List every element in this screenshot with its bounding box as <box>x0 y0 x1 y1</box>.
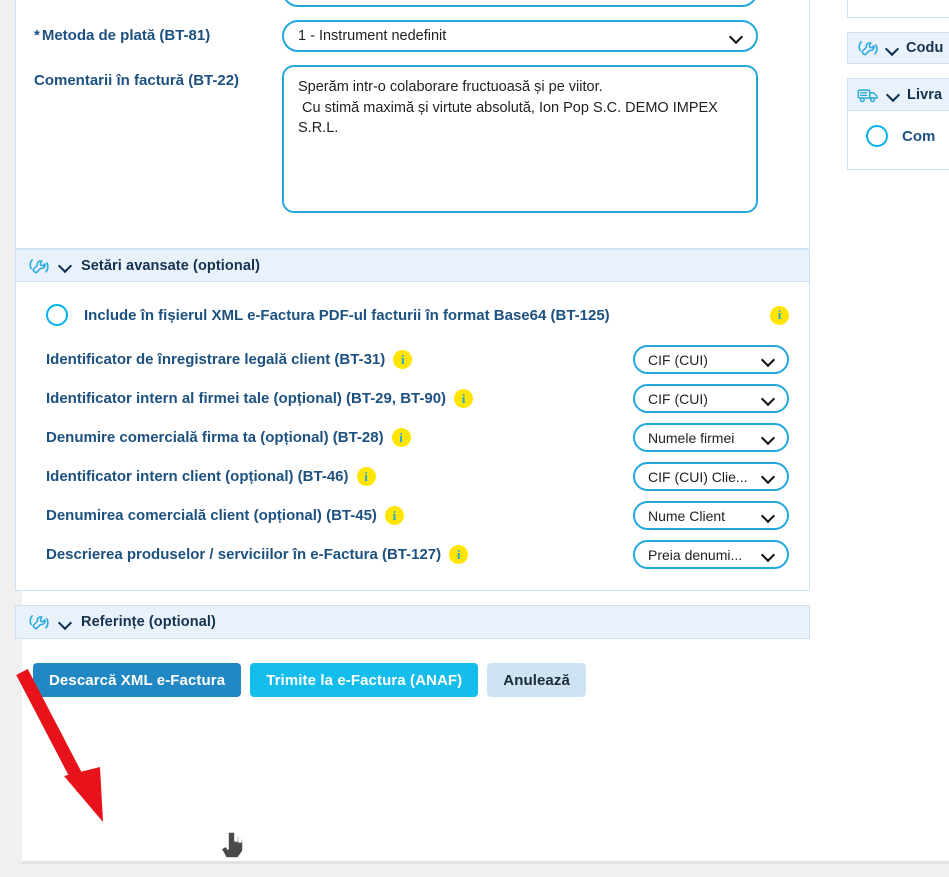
chevron-down-icon <box>59 259 72 272</box>
adv-label-text: Denumire comercială firma ta (opțional) … <box>46 429 384 446</box>
control-invoice-comments: Sperăm intr-o colaborare fructuoasă și p… <box>282 65 791 213</box>
select-payment-method[interactable]: 1 - Instrument nedefinit <box>282 20 758 52</box>
advanced-settings-header[interactable]: Setări avansate (optional) <box>16 250 809 282</box>
form-row-invoice-type: *Tip de factură (BT-3) 380 - Factura <box>34 0 791 7</box>
adv-label-buyer-legal-id: Identificator de înregistrare legală cli… <box>46 350 413 369</box>
select-buyer-trade-name-value: Nume Client <box>648 507 726 524</box>
chevron-down-icon <box>731 32 742 43</box>
truck-icon <box>857 86 880 104</box>
chevron-down-icon <box>887 88 900 101</box>
quantity-card: *buc <box>847 0 949 18</box>
cancel-button[interactable]: Anulează <box>487 663 586 697</box>
wrench-icon <box>28 612 50 632</box>
adv-label-text: Identificator intern al firmei tale (opț… <box>46 390 447 407</box>
select-buyer-internal-id[interactable]: CIF (CUI) Clie... <box>633 462 789 491</box>
toggle-delivery-option[interactable] <box>866 125 888 147</box>
toggle-row-include-pdf-base64[interactable]: Include în fișierul XML e-Factura PDF-ul… <box>30 292 795 340</box>
wrench-icon <box>857 38 879 58</box>
quantity-field-wrap: *buc <box>848 0 949 17</box>
label-payment-method: * Metoda de plată (BT-81) <box>34 20 282 47</box>
select-invoice-type[interactable]: 380 - Factura <box>282 0 758 7</box>
references-panel-header[interactable]: Referințe (optional) <box>15 605 810 639</box>
adv-label-seller-internal-id: Identificator intern al firmei tale (opț… <box>46 389 474 408</box>
download-xml-button[interactable]: Descarcă XML e-Factura <box>33 663 242 697</box>
advanced-settings-panel: Setări avansate (optional) Include în fi… <box>15 249 810 591</box>
label-invoice-type: *Tip de factură (BT-3) <box>34 0 282 2</box>
select-seller-internal-id[interactable]: CIF (CUI) <box>633 384 789 413</box>
toggle-include-pdf-base64[interactable] <box>46 304 68 326</box>
form-action-bar: Descarcă XML e-Factura Trimite la e-Fact… <box>15 653 810 697</box>
info-icon[interactable]: i <box>454 389 474 408</box>
references-title: Referințe (optional) <box>81 614 216 630</box>
right-side-column: *buc Codu <box>847 0 949 184</box>
adv-label-buyer-internal-id: Identificator intern client (opțional) (… <box>46 467 376 486</box>
select-seller-trade-name-value: Numele firmei <box>648 429 735 446</box>
control-payment-method: 1 - Instrument nedefinit <box>282 20 791 52</box>
delivery-title: Livra <box>907 86 943 103</box>
adv-row-seller-internal-id: Identificator intern al firmei tale (opț… <box>30 379 795 418</box>
codes-panel-header[interactable]: Codu <box>847 32 949 64</box>
info-icon[interactable]: i <box>393 350 413 369</box>
select-buyer-legal-id-value: CIF (CUI) <box>648 351 708 368</box>
select-item-description-value: Preia denumi... <box>648 546 743 563</box>
chevron-down-icon <box>763 355 774 366</box>
invoice-form-column: *Tip de factură (BT-3) 380 - Factura *Me… <box>15 0 810 697</box>
select-buyer-trade-name[interactable]: Nume Client <box>633 501 789 530</box>
advanced-settings-title: Setări avansate (optional) <box>81 257 261 274</box>
invoice-details-card: *Tip de factură (BT-3) 380 - Factura *Me… <box>15 0 810 249</box>
info-icon[interactable]: i <box>770 305 789 325</box>
wrench-icon <box>28 256 50 276</box>
delivery-panel-header[interactable]: Livra <box>848 79 949 111</box>
required-asterisk: * <box>34 27 40 44</box>
adv-row-seller-trade-name: Denumire comercială firma ta (opțional) … <box>30 418 795 457</box>
info-icon[interactable]: i <box>384 506 404 525</box>
select-seller-internal-id-value: CIF (CUI) <box>648 390 708 407</box>
info-icon[interactable]: i <box>449 545 469 564</box>
adv-label-item-description: Descrierea produselor / serviciilor în e… <box>46 545 469 564</box>
control-invoice-type: 380 - Factura <box>282 0 791 7</box>
chevron-down-icon <box>763 472 774 483</box>
send-anaf-button[interactable]: Trimite la e-Factura (ANAF) <box>250 663 479 697</box>
adv-label-text: Denumirea comercială client (opțional) (… <box>46 507 377 524</box>
codes-title: Codu <box>906 40 944 56</box>
label-text: Metoda de plată (BT-81) <box>41 27 211 44</box>
page-bottom-edge <box>22 861 949 864</box>
toggle-label-delivery-option: Com <box>902 127 936 145</box>
select-buyer-legal-id[interactable]: CIF (CUI) <box>633 345 789 374</box>
adv-row-item-description: Descrierea produselor / serviciilor în e… <box>30 535 795 574</box>
screenshot-root: *Tip de factură (BT-3) 380 - Factura *Me… <box>0 0 949 877</box>
chevron-down-icon <box>763 394 774 405</box>
adv-row-buyer-trade-name: Denumirea comercială client (opțional) (… <box>30 496 795 535</box>
adv-label-seller-trade-name: Denumire comercială firma ta (opțional) … <box>46 428 411 447</box>
info-icon[interactable]: i <box>356 467 376 486</box>
adv-label-buyer-trade-name: Denumirea comercială client (opțional) (… <box>46 506 404 525</box>
textarea-invoice-comments[interactable]: Sperăm intr-o colaborare fructuoasă și p… <box>282 65 758 213</box>
select-item-description[interactable]: Preia denumi... <box>633 540 789 569</box>
info-icon[interactable]: i <box>391 428 411 447</box>
adv-row-buyer-internal-id: Identificator intern client (opțional) (… <box>30 457 795 496</box>
chevron-down-icon <box>763 550 774 561</box>
delivery-panel-body: Com <box>848 111 949 169</box>
advanced-settings-body: Include în fișierul XML e-Factura PDF-ul… <box>16 282 809 590</box>
adv-label-text: Identificator de înregistrare legală cli… <box>46 351 386 368</box>
select-payment-method-value: 1 - Instrument nedefinit <box>298 28 447 44</box>
select-buyer-internal-id-value: CIF (CUI) Clie... <box>648 468 748 485</box>
chevron-down-icon <box>763 433 774 444</box>
label-invoice-comments: Comentarii în factură (BT-22) <box>34 72 240 89</box>
adv-row-buyer-legal-id: Identificator de înregistrare legală cli… <box>30 340 795 379</box>
select-seller-trade-name[interactable]: Numele firmei <box>633 423 789 452</box>
form-row-payment-method: * Metoda de plată (BT-81) 1 - Instrument … <box>34 20 791 52</box>
chevron-down-icon <box>886 42 899 55</box>
form-row-invoice-comments: Comentarii în factură (BT-22) Sperăm int… <box>34 65 791 213</box>
chevron-down-icon <box>59 616 72 629</box>
adv-label-text: Descrierea produselor / serviciilor în e… <box>46 546 442 563</box>
adv-label-text: Identificator intern client (opțional) (… <box>46 468 349 485</box>
toggle-label-include-pdf-base64: Include în fișierul XML e-Factura PDF-ul… <box>84 306 610 324</box>
delivery-panel: Livra Com <box>847 78 949 170</box>
chevron-down-icon <box>763 511 774 522</box>
